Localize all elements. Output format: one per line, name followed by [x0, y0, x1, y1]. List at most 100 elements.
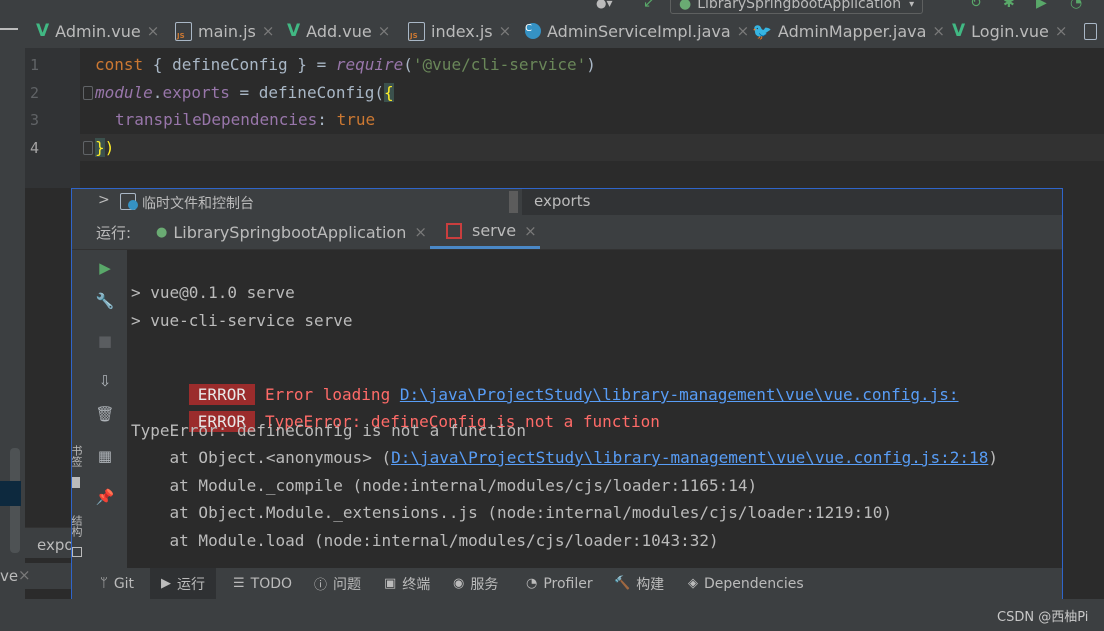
tool-tab-services[interactable]: ◉ 服务 [453, 568, 498, 599]
run-config-selector[interactable]: ● LibrarySpringbootApplication ▾ [670, 0, 924, 14]
console-output[interactable]: > vue@0.1.0 serve > vue-cli-service serv… [127, 250, 1062, 568]
bookmark-icon [72, 477, 80, 488]
bookmarks-side-tab[interactable]: 书签 [70, 435, 84, 495]
fold-marker-icon[interactable] [83, 86, 93, 100]
close-icon[interactable]: × [414, 223, 427, 241]
structure-icon [72, 547, 82, 557]
stacktrace-line: at Object.<anonymous> (D:\java\ProjectSt… [131, 448, 998, 467]
close-icon[interactable]: × [378, 22, 391, 40]
stacktrace-line: at Object.Module._extensions..js (node:i… [131, 503, 892, 522]
line-number: 2 [30, 84, 40, 102]
tool-tab-profiler[interactable]: ◔ Profiler [526, 568, 593, 599]
file-icon [1084, 22, 1097, 40]
scroll-to-end-icon[interactable]: ⇩ [94, 370, 116, 392]
tab-adminmapper-java[interactable]: 🐦 AdminMapper.java × [752, 14, 945, 48]
structure-tab-label: expo [37, 536, 74, 554]
pin-icon[interactable]: 📌 [94, 486, 116, 508]
tool-tab-run[interactable]: ▶ 运行 [150, 568, 216, 599]
breadcrumb-scratches[interactable]: 临时文件和控制台 [142, 193, 254, 213]
close-icon[interactable]: × [18, 566, 31, 584]
mybatis-icon: 🐦 [752, 21, 772, 41]
code-line-3: transpileDependencies: true [115, 110, 376, 129]
run-label: 运行: [96, 224, 132, 242]
close-icon[interactable]: × [932, 22, 945, 40]
tool-tab-dependencies[interactable]: ◈ Dependencies [688, 568, 804, 599]
tab-label: AdminServiceImpl.java [547, 21, 731, 41]
tab-main-js[interactable]: main.js × [175, 14, 274, 48]
structure-tab-fragment[interactable]: expo [25, 527, 74, 558]
run-tab-serve[interactable]: serve × [430, 215, 540, 249]
layers-icon: ◈ [688, 576, 698, 591]
coverage-icon[interactable]: ◔ [1070, 0, 1082, 11]
spring-icon: ● [679, 0, 692, 12]
clock-icon [128, 200, 138, 210]
tool-tab-terminal[interactable]: ▣ 终端 [384, 568, 430, 599]
chevron-right-icon[interactable]: > [98, 192, 110, 208]
profiler-icon: ◔ [526, 576, 538, 591]
tab-index-js[interactable]: index.js × [408, 14, 511, 48]
stacktrace-file-link[interactable]: D:\java\ProjectStudy\library-management\… [391, 448, 988, 467]
debug-icon[interactable]: ✱ [1003, 0, 1015, 11]
run-config-label: LibrarySpringbootApplication [697, 0, 902, 12]
tool-tab-label: Profiler [543, 575, 593, 592]
close-icon[interactable]: × [524, 222, 537, 240]
tab-adminserviceimpl-java[interactable]: C AdminServiceImpl.java × [525, 14, 749, 48]
run-toolbar: ▶ 🔧 ■ ⇩ 🗑 ▦ 📌 书签 结构 [70, 250, 127, 568]
tool-tab-label: TODO [250, 575, 293, 592]
tool-tab-label: 问题 [333, 576, 362, 593]
trash-icon[interactable]: 🗑 [94, 403, 116, 425]
structure-side-tab[interactable]: 结构 [70, 505, 84, 565]
tool-tab-build[interactable]: 🔨 构建 [614, 568, 664, 599]
bottom-left-tab-fragment[interactable]: ve × [0, 563, 71, 589]
chevron-down-icon: ▾ [909, 0, 915, 10]
run-tab-springboot[interactable]: ● LibrarySpringbootApplication × [156, 215, 427, 249]
breadcrumb-exports-tab[interactable]: exports [522, 189, 1062, 215]
tool-tab-label: Git [113, 575, 135, 592]
current-line-highlight [80, 134, 1104, 161]
fold-marker-icon[interactable] [83, 141, 93, 155]
status-bar [0, 599, 1104, 631]
close-icon[interactable]: × [499, 22, 512, 40]
java-class-icon: C [525, 23, 541, 39]
line-number: 4 [30, 139, 40, 157]
user-icon[interactable]: ●▾ [596, 0, 613, 10]
tool-tab-label: 终端 [402, 576, 431, 593]
console-command-line: > vue@0.1.0 serve [131, 283, 295, 302]
bookmarks-label: 书签 [70, 445, 83, 467]
close-icon[interactable]: × [737, 22, 750, 40]
back-arrow-icon[interactable]: ↙ [643, 0, 655, 11]
tab-add-vue[interactable]: V Add.vue × [287, 14, 390, 48]
tool-tab-label: Dependencies [704, 575, 804, 592]
tab-login-vue[interactable]: V Login.vue × [952, 14, 1067, 48]
tab-label: Admin.vue [55, 21, 141, 41]
tab-overflow[interactable] [1084, 14, 1097, 48]
close-icon[interactable]: × [147, 22, 160, 40]
code-line-1: const { defineConfig } = require('@vue/c… [95, 55, 596, 74]
run-tabs-bar: 运行: ● LibrarySpringbootApplication × ser… [72, 215, 1062, 250]
tab-label: Add.vue [306, 21, 372, 41]
tool-tab-problems[interactable]: ⓘ 问题 [314, 568, 361, 599]
close-icon[interactable]: × [262, 22, 275, 40]
tab-admin-vue[interactable]: V Admin.vue × [36, 14, 159, 48]
top-toolbar: ● LibrarySpringbootApplication ▾ ●▾ ↙ ↻ … [0, 0, 1104, 14]
js-file-icon [408, 21, 425, 41]
run-tab-label: serve [472, 221, 517, 240]
breadcrumb-splitter[interactable] [509, 191, 518, 213]
editor-tab-bar: V Admin.vue × main.js × V Add.vue × inde… [0, 14, 1104, 49]
tool-tab-label: 服务 [470, 576, 499, 593]
code-line-2: module.exports = defineConfig({ [95, 83, 394, 102]
tab-bar-scroll[interactable] [0, 28, 18, 30]
tool-tab-git[interactable]: ᛘ Git [100, 568, 134, 599]
layout-icon[interactable]: ▦ [94, 445, 116, 467]
rerun-icon[interactable]: ↻ [970, 0, 982, 11]
wrench-icon[interactable]: 🔧 [94, 290, 116, 312]
bottom-tool-tabs: ᛘ Git ▶ 运行 ☰ TODO ⓘ 问题 ▣ 终端 ◉ 服务 ◔ Profiler 🔨 构建… [72, 568, 1062, 599]
run-tab-label: LibrarySpringbootApplication [173, 222, 407, 242]
run-icon[interactable]: ▶ [94, 257, 116, 279]
close-icon[interactable]: × [1055, 22, 1068, 40]
tool-tab-todo[interactable]: ☰ TODO [233, 568, 292, 599]
stacktrace-line: at Module.load (node:internal/modules/cj… [131, 531, 719, 550]
hammer-icon: 🔨 [614, 576, 631, 591]
run-icon[interactable]: ▶ [1036, 0, 1047, 11]
stop-icon[interactable]: ■ [94, 330, 116, 352]
